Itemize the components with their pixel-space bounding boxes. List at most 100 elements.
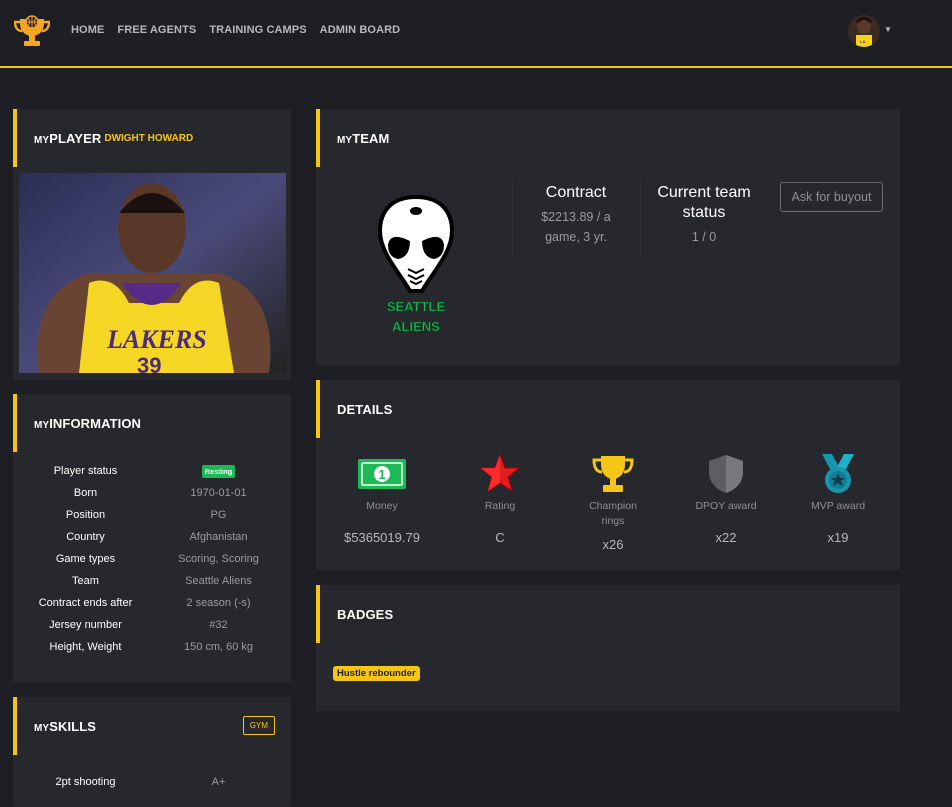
nav-training-camps[interactable]: TRAINING CAMPS — [209, 24, 306, 36]
table-row: Contract ends after 2 season (-s) — [19, 592, 285, 614]
information-card: MYINFORMATION Player status Resting Born… — [13, 394, 291, 682]
table-row: Player status Resting — [19, 460, 285, 482]
details-card: DETAILS 1 Money $5365019.79 Rating C Cha… — [316, 380, 900, 570]
title-prefix: MY — [34, 134, 50, 146]
detail-label: MVP award — [810, 500, 866, 512]
contract-heading: Contract — [545, 184, 607, 201]
user-menu[interactable]: LA ▼ — [848, 15, 892, 47]
information-table: Player status Resting Born 1970-01-01 Po… — [19, 460, 285, 658]
table-row: Game types Scoring, Scoring — [19, 548, 285, 570]
trophy-basketball-icon[interactable] — [13, 14, 51, 48]
shield-icon — [676, 452, 776, 496]
nav-home[interactable]: HOME — [71, 24, 104, 36]
svg-text:39: 39 — [137, 353, 161, 373]
info-key: Contract ends after — [38, 597, 133, 609]
team-card-header: MYTEAM — [316, 109, 900, 167]
detail-value: x26 — [602, 537, 624, 552]
skills-card-header: MYSKILLS GYM — [13, 697, 291, 755]
info-value: 150 cm, 60 kg — [183, 641, 254, 653]
detail-champion-rings: Champion rings x26 — [563, 452, 663, 552]
detail-value: $5365019.79 — [344, 530, 420, 545]
star-icon — [450, 452, 550, 496]
info-value: 2 season (-s) — [186, 597, 251, 609]
skill-key: 2pt shooting — [55, 776, 116, 788]
team-logo: SEATTLE ALIENS — [376, 194, 456, 337]
trophy-icon — [563, 452, 663, 496]
table-row: Height, Weight 150 cm, 60 kg — [19, 636, 285, 658]
info-value: Seattle Aliens — [185, 575, 252, 587]
info-key: Player status — [53, 465, 118, 477]
detail-label: DPOY award — [695, 500, 757, 512]
detail-money: 1 Money $5365019.79 — [332, 452, 432, 545]
skills-table: 2pt shooting A+ — [19, 771, 285, 793]
title-main: SKILLS — [49, 718, 97, 734]
skills-card: MYSKILLS GYM 2pt shooting A+ — [13, 697, 291, 807]
chevron-down-icon[interactable]: ▼ — [884, 25, 892, 34]
info-value: PG — [210, 509, 227, 521]
badges-card: BADGES Hustle rebounder — [316, 585, 900, 711]
detail-label: Champion rings — [589, 500, 637, 527]
svg-text:1: 1 — [378, 467, 385, 482]
player-card: MYPLAYER DWIGHT HOWARD LAKERS 39 — [13, 109, 291, 380]
nav-admin-board[interactable]: ADMIN BOARD — [320, 24, 401, 36]
info-key: Jersey number — [49, 619, 122, 631]
svg-text:LA: LA — [860, 39, 865, 44]
badge-hustle-rebounder: Hustle rebounder — [333, 666, 420, 681]
contract-value: $2213.89 / a game, 3 yr. — [541, 210, 611, 244]
table-row: 2pt shooting A+ — [19, 771, 285, 793]
title-prefix: MY — [34, 722, 50, 734]
nav-free-agents[interactable]: FREE AGENTS — [117, 24, 196, 36]
table-row: Country Afghanistan — [19, 526, 285, 548]
avatar[interactable]: LA — [848, 15, 880, 47]
table-row: Jersey number #32 — [19, 614, 285, 636]
player-name: DWIGHT HOWARD — [104, 132, 194, 144]
info-key: Born — [73, 487, 98, 499]
table-row: Born 1970-01-01 — [19, 482, 285, 504]
medal-icon — [788, 452, 888, 496]
title-prefix: MY — [34, 419, 50, 431]
ask-for-buyout-button[interactable]: Ask for buyout — [780, 182, 883, 212]
badges-title: BADGES — [337, 606, 394, 622]
title-main: INFORMATION — [49, 415, 142, 431]
detail-value: x22 — [715, 530, 737, 545]
title-main: PLAYER — [49, 130, 102, 146]
title-main: TEAM — [352, 130, 390, 146]
table-row: Team Seattle Aliens — [19, 570, 285, 592]
info-key: Country — [66, 531, 105, 543]
detail-label: Rating — [484, 500, 516, 512]
detail-value: x19 — [827, 530, 849, 545]
divider — [512, 181, 513, 255]
divider — [640, 181, 641, 255]
team-logo-text-1: SEATTLE — [387, 299, 446, 314]
info-value: #32 — [209, 619, 228, 631]
details-title: DETAILS — [337, 401, 393, 417]
info-key: Team — [72, 575, 99, 587]
status-heading: Current team status — [657, 184, 751, 221]
info-key: Game types — [55, 553, 116, 565]
info-key: Height, Weight — [49, 641, 122, 653]
detail-rating: Rating C — [450, 452, 550, 545]
status-value: 1 / 0 — [691, 230, 717, 244]
player-photo: LAKERS 39 — [19, 173, 286, 373]
info-value: 1970-01-01 — [190, 487, 247, 499]
team-status-info: Current team status 1 / 0 — [650, 183, 758, 247]
detail-dpoy-award: DPOY award x22 — [676, 452, 776, 545]
svg-text:LAKERS: LAKERS — [106, 325, 207, 354]
info-key: Position — [65, 509, 106, 521]
detail-value: C — [495, 530, 505, 545]
skill-value: A+ — [211, 776, 226, 788]
team-logo-text-2: ALIENS — [392, 319, 440, 334]
details-card-header: DETAILS — [316, 380, 900, 438]
team-card: MYTEAM SEATTLE ALIENS Contract $2213.89 … — [316, 109, 900, 366]
top-navbar: HOME FREE AGENTS TRAINING CAMPS ADMIN BO… — [0, 0, 952, 68]
title-prefix: MY — [337, 134, 353, 146]
main-nav: HOME FREE AGENTS TRAINING CAMPS ADMIN BO… — [71, 24, 400, 36]
contract-info: Contract $2213.89 / a game, 3 yr. — [526, 183, 626, 247]
info-value: Scoring, Scoring — [178, 553, 259, 565]
detail-mvp-award: MVP award x19 — [788, 452, 888, 545]
info-value: Afghanistan — [189, 531, 248, 543]
status-badge: Resting — [201, 465, 236, 478]
gym-button[interactable]: GYM — [242, 716, 275, 735]
money-icon: 1 — [332, 452, 432, 496]
player-card-header: MYPLAYER DWIGHT HOWARD — [13, 109, 291, 167]
